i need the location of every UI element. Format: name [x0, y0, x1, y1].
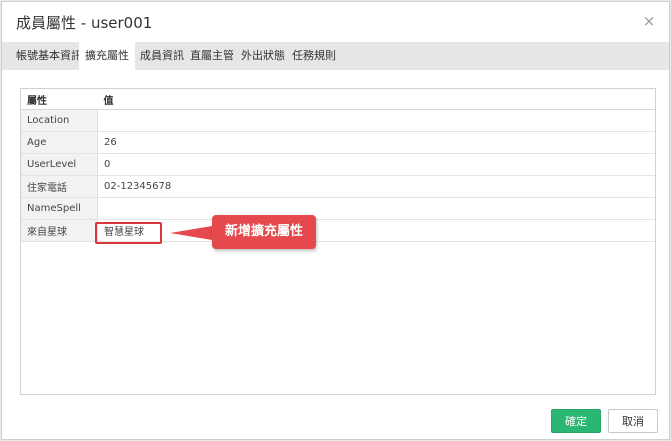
tab-task-rules[interactable]: 任務規則 [286, 42, 342, 70]
cancel-button[interactable]: 取消 [608, 409, 658, 433]
tab-account-basic-info[interactable]: 帳號基本資訊 [10, 42, 88, 70]
attribute-key: Location [21, 109, 98, 132]
attribute-value[interactable] [97, 197, 655, 220]
table-row[interactable]: 住家電話 02-12345678 [21, 175, 655, 198]
tab-member-info[interactable]: 成員資訊 [134, 42, 190, 70]
tab-direct-supervisor[interactable]: 直屬主管 [184, 42, 240, 70]
callout-arrow [170, 226, 212, 240]
attribute-key: Age [21, 131, 98, 154]
close-icon[interactable]: × [641, 13, 657, 29]
tab-away-status[interactable]: 外出狀態 [235, 42, 291, 70]
attribute-value[interactable]: 26 [97, 131, 655, 154]
table-row[interactable]: UserLevel 0 [21, 153, 655, 176]
attributes-table: 屬性 值 Location Age 26 UserLevel 0 住家電話 02… [21, 89, 655, 242]
confirm-button[interactable]: 確定 [551, 409, 601, 433]
table-header-row: 屬性 值 [21, 89, 655, 110]
attribute-value[interactable]: 0 [97, 153, 655, 176]
column-header-value: 值 [97, 89, 655, 110]
attribute-value[interactable] [97, 109, 655, 132]
attribute-key: 住家電話 [21, 175, 98, 198]
dialog-header: 成員屬性 - user001 × [2, 2, 669, 42]
attribute-key: UserLevel [21, 153, 98, 176]
attribute-value[interactable]: 02-12345678 [97, 175, 655, 198]
tab-extended-attributes[interactable]: 擴充屬性 [79, 42, 135, 70]
annotation-callout: 新增擴充屬性 [212, 215, 316, 249]
attribute-key: 來自星球 [21, 219, 98, 242]
column-header-attribute: 屬性 [21, 89, 98, 110]
tab-bar: 帳號基本資訊 擴充屬性 成員資訊 直屬主管 外出狀態 任務規則 [2, 42, 669, 70]
highlight-box [95, 222, 162, 244]
member-properties-dialog: 成員屬性 - user001 × 帳號基本資訊 擴充屬性 成員資訊 直屬主管 外… [1, 1, 670, 440]
table-row[interactable]: Location [21, 109, 655, 132]
attribute-key: NameSpell [21, 197, 98, 220]
table-row[interactable]: Age 26 [21, 131, 655, 154]
table-row[interactable]: NameSpell [21, 197, 655, 220]
dialog-title: 成員屬性 - user001 [16, 14, 153, 32]
